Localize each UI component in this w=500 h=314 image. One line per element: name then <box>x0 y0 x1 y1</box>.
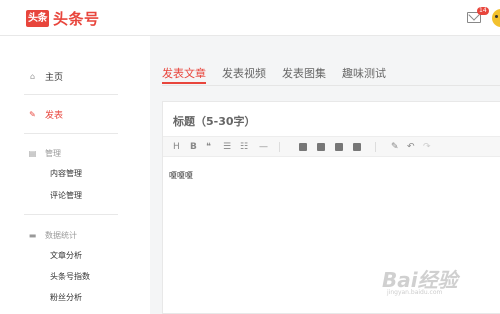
notification-badge: 14 <box>477 7 489 15</box>
sidebar-item-publish[interactable]: ✎ 发表 <box>28 108 63 121</box>
avatar[interactable] <box>492 9 500 27</box>
sidebar-item-label: 评论管理 <box>50 191 82 200</box>
quote-button[interactable]: ❝ <box>206 140 211 154</box>
home-icon: ⌂ <box>29 72 36 81</box>
top-header: 头条 头条号 14 <box>0 0 500 36</box>
redo-icon[interactable]: ↷ <box>423 140 431 154</box>
sidebar-group-label: 管理 <box>45 149 61 158</box>
sidebar-item-label: 粉丝分析 <box>50 293 82 302</box>
tab-gallery[interactable]: 发表图集 <box>282 65 326 81</box>
sidebar-group-manage: ▤ 管理 <box>28 148 61 159</box>
divider <box>24 214 118 215</box>
divider <box>24 94 118 95</box>
divider <box>24 133 118 134</box>
logo-mark: 头条 <box>26 9 49 27</box>
video-icon[interactable] <box>335 140 343 156</box>
format-clear-icon[interactable]: ✎ <box>391 140 399 154</box>
sidebar-item-account-index[interactable]: 头条号指数 <box>50 271 90 282</box>
toolbar-separator <box>279 142 280 152</box>
chat-icon: ▬ <box>28 231 37 240</box>
bold-button[interactable]: B <box>190 140 197 154</box>
sidebar-group-stats: ▬ 数据统计 <box>28 230 77 241</box>
audio-icon[interactable] <box>353 140 361 156</box>
title-input[interactable]: 标题（5-30字） <box>173 113 256 129</box>
ordered-list-button[interactable]: ☷ <box>240 140 248 154</box>
sidebar-item-label: 内容管理 <box>50 169 82 178</box>
publish-tabs: 发表文章 发表视频 发表图集 趣味测试 <box>162 56 500 86</box>
sidebar-item-label: 发表 <box>45 111 64 121</box>
horizontal-rule-button[interactable]: — <box>259 140 268 154</box>
sidebar-item-fans-analysis[interactable]: 粉丝分析 <box>50 292 82 303</box>
unordered-list-button[interactable]: ☰ <box>223 140 231 154</box>
edit-icon: ✎ <box>29 110 36 119</box>
tab-quiz[interactable]: 趣味测试 <box>342 65 386 81</box>
sidebar-item-label: 文章分析 <box>50 251 82 260</box>
sidebar-item-label: 头条号指数 <box>50 272 90 281</box>
undo-icon[interactable]: ↶ <box>407 140 415 154</box>
sidebar-group-label: 数据统计 <box>45 231 77 240</box>
sidebar-item-article-analysis[interactable]: 文章分析 <box>50 250 82 261</box>
logo-text: 头条号 <box>53 9 100 28</box>
watermark-url: jingyan.baidu.com <box>387 289 443 296</box>
image-icon[interactable] <box>299 140 307 156</box>
toolbar-separator <box>375 142 376 152</box>
logo[interactable]: 头条 头条号 <box>26 9 100 28</box>
tab-video[interactable]: 发表视频 <box>222 65 266 81</box>
heading-button[interactable]: H <box>173 140 180 154</box>
sidebar-item-comment-manage[interactable]: 评论管理 <box>50 190 82 201</box>
editor-toolbar: H B ❝ ☰ ☷ — ✎ ↶ ↷ <box>163 136 500 157</box>
sidebar-item-home[interactable]: ⌂ 主页 <box>28 70 63 83</box>
editor-body[interactable]: 嗄嗄嗄 <box>169 170 193 181</box>
sidebar-item-content-manage[interactable]: 内容管理 <box>50 168 82 179</box>
list-icon: ▤ <box>28 149 37 158</box>
active-tab-indicator <box>162 82 206 84</box>
tab-article[interactable]: 发表文章 <box>162 65 206 81</box>
sidebar: ⌂ 主页 ✎ 发表 ▤ 管理 内容管理 评论管理 ▬ 数据统计 文章分析 头条号… <box>0 36 150 314</box>
gallery-icon[interactable] <box>317 140 325 156</box>
sidebar-item-label: 主页 <box>45 73 64 83</box>
